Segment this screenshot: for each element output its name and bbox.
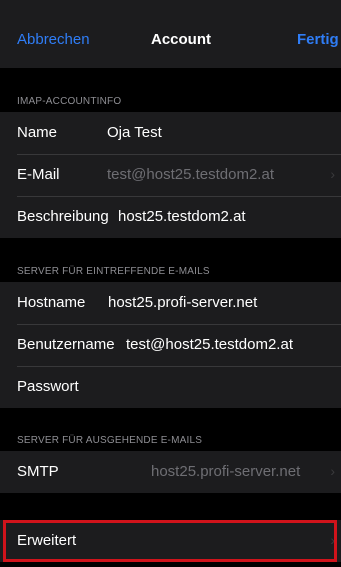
smtp-row[interactable]: SMTP host25.profi-server.net › [0,451,341,493]
navigation-bar: Abbrechen Account Fertig [0,0,341,68]
advanced-group: Erweitert › [0,520,341,562]
email-label: E-Mail [17,166,60,183]
email-row[interactable]: E-Mail test@host25.testdom2.at › [0,154,341,196]
username-label: Benutzername [17,336,115,353]
description-value[interactable]: host25.testdom2.at [118,208,246,225]
incoming-server-group: Hostname host25.profi-server.net Benutze… [0,282,341,408]
advanced-label: Erweitert [17,532,77,549]
chevron-right-icon: › [330,166,335,182]
name-value[interactable]: Oja Test [107,124,162,141]
imap-section-header: IMAP-ACCOUNTINFO [17,96,122,107]
advanced-row[interactable]: Erweitert › [0,520,341,562]
hostname-label: Hostname [17,294,86,311]
description-row[interactable]: Beschreibung host25.testdom2.at [0,196,341,238]
username-value[interactable]: test@host25.testdom2.at [126,336,293,353]
hostname-value[interactable]: host25.profi-server.net [108,294,257,311]
cancel-button[interactable]: Abbrechen [17,31,90,48]
outgoing-server-section-header: SERVER FÜR AUSGEHENDE E-MAILS [17,435,203,446]
password-label: Passwort [17,378,79,395]
smtp-value: host25.profi-server.net [151,463,301,480]
outgoing-server-group: SMTP host25.profi-server.net › [0,451,341,493]
username-row[interactable]: Benutzername test@host25.testdom2.at [0,324,341,366]
name-label: Name [17,124,58,141]
description-label: Beschreibung [17,208,109,225]
page-title: Account [151,31,211,48]
imap-account-group: Name Oja Test E-Mail test@host25.testdom… [0,112,341,238]
chevron-right-icon: › [330,532,335,548]
account-settings-screen: Abbrechen Account Fertig IMAP-ACCOUNTINF… [0,0,341,567]
hostname-row[interactable]: Hostname host25.profi-server.net [0,282,341,324]
password-row[interactable]: Passwort [0,366,341,408]
done-button[interactable]: Fertig [297,31,339,48]
name-row[interactable]: Name Oja Test [0,112,341,154]
chevron-right-icon: › [330,463,335,479]
email-value: test@host25.testdom2.at [107,166,274,183]
smtp-label: SMTP [17,463,59,480]
incoming-server-section-header: SERVER FÜR EINTREFFENDE E-MAILS [17,266,210,277]
